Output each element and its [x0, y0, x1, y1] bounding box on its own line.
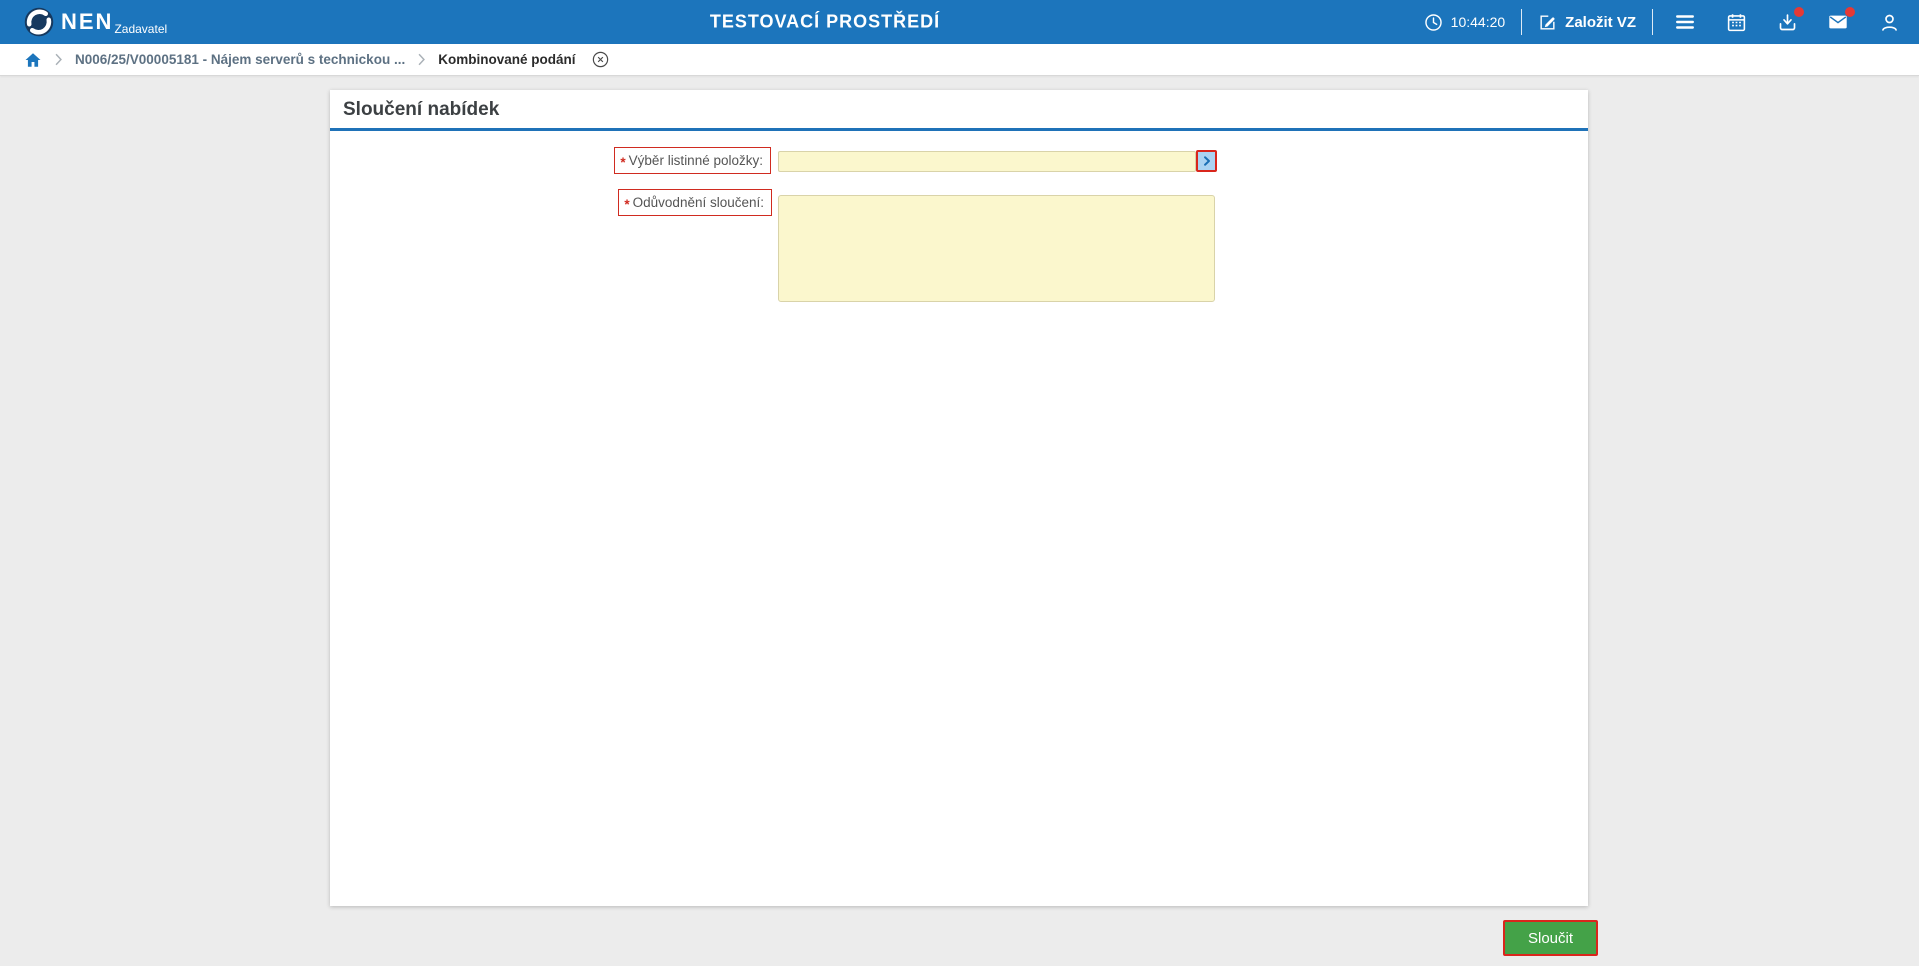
- edit-icon: [1540, 14, 1555, 30]
- header-actions: 10:44:20 Založit VZ: [1424, 0, 1901, 44]
- merge-reason-textarea[interactable]: [778, 195, 1215, 302]
- user-button[interactable]: [1877, 10, 1901, 34]
- messages-button[interactable]: [1826, 7, 1855, 34]
- calendar-icon: [1727, 13, 1745, 31]
- mail-badge: [1845, 7, 1855, 17]
- paper-item-lookup-button[interactable]: [1196, 150, 1217, 172]
- page-title: Sloučení nabídek: [343, 99, 500, 120]
- download-badge: [1794, 7, 1804, 17]
- logo-subtitle: Zadavatel: [114, 22, 168, 36]
- clock: 10:44:20: [1424, 13, 1506, 32]
- close-tab-button[interactable]: [591, 50, 610, 69]
- create-vz-button[interactable]: Založit VZ: [1538, 13, 1636, 32]
- nen-logo[interactable]: NEN Zadavatel: [24, 7, 167, 37]
- header-time: 10:44:20: [1450, 14, 1506, 30]
- chevron-right-icon: [55, 53, 62, 66]
- field-label-merge-reason: * Odůvodnění sloučení:: [618, 189, 772, 216]
- required-marker: *: [624, 196, 630, 212]
- header-icon-row: [1673, 7, 1901, 34]
- required-marker: *: [620, 154, 626, 170]
- top-header: NEN Zadavatel TESTOVACÍ PROSTŘEDÍ 10:44:…: [0, 0, 1919, 44]
- home-icon: [25, 52, 41, 67]
- breadcrumb-item-current: Kombinované podání: [438, 52, 576, 67]
- create-vz-label: Založit VZ: [1565, 13, 1636, 31]
- logo-text: NEN: [61, 9, 114, 34]
- breadcrumb-item-procurement[interactable]: N006/25/V00005181 - Nájem serverů s tech…: [75, 52, 405, 67]
- menu-icon: [1676, 15, 1694, 29]
- merge-submit-button[interactable]: Sloučit: [1503, 920, 1598, 956]
- nen-logo-icon: [24, 7, 54, 37]
- header-divider: [1521, 9, 1523, 35]
- environment-title: TESTOVACÍ PROSTŘEDÍ: [709, 11, 941, 32]
- field-label-paper-item: * Výběr listinné položky:: [614, 147, 771, 174]
- field-label-text: Výběr listinné položky:: [628, 153, 763, 168]
- header-divider: [1652, 9, 1653, 35]
- user-icon: [1881, 14, 1897, 31]
- merge-offers-panel: Sloučení nabídek * Výběr listinné položk…: [330, 90, 1588, 906]
- breadcrumb: N006/25/V00005181 - Nájem serverů s tech…: [0, 44, 1919, 76]
- field-label-text: Odůvodnění sloučení:: [632, 195, 764, 210]
- title-underline: [330, 128, 1588, 131]
- chevron-right-icon: [418, 53, 426, 66]
- calendar-button[interactable]: [1724, 10, 1748, 34]
- clock-icon: [1424, 13, 1442, 31]
- downloads-button[interactable]: [1775, 7, 1804, 34]
- home-button[interactable]: [24, 51, 42, 69]
- paper-item-input[interactable]: [778, 151, 1196, 172]
- menu-button[interactable]: [1673, 10, 1697, 34]
- close-icon: [593, 51, 609, 68]
- lookup-chevron-icon: [1203, 156, 1210, 166]
